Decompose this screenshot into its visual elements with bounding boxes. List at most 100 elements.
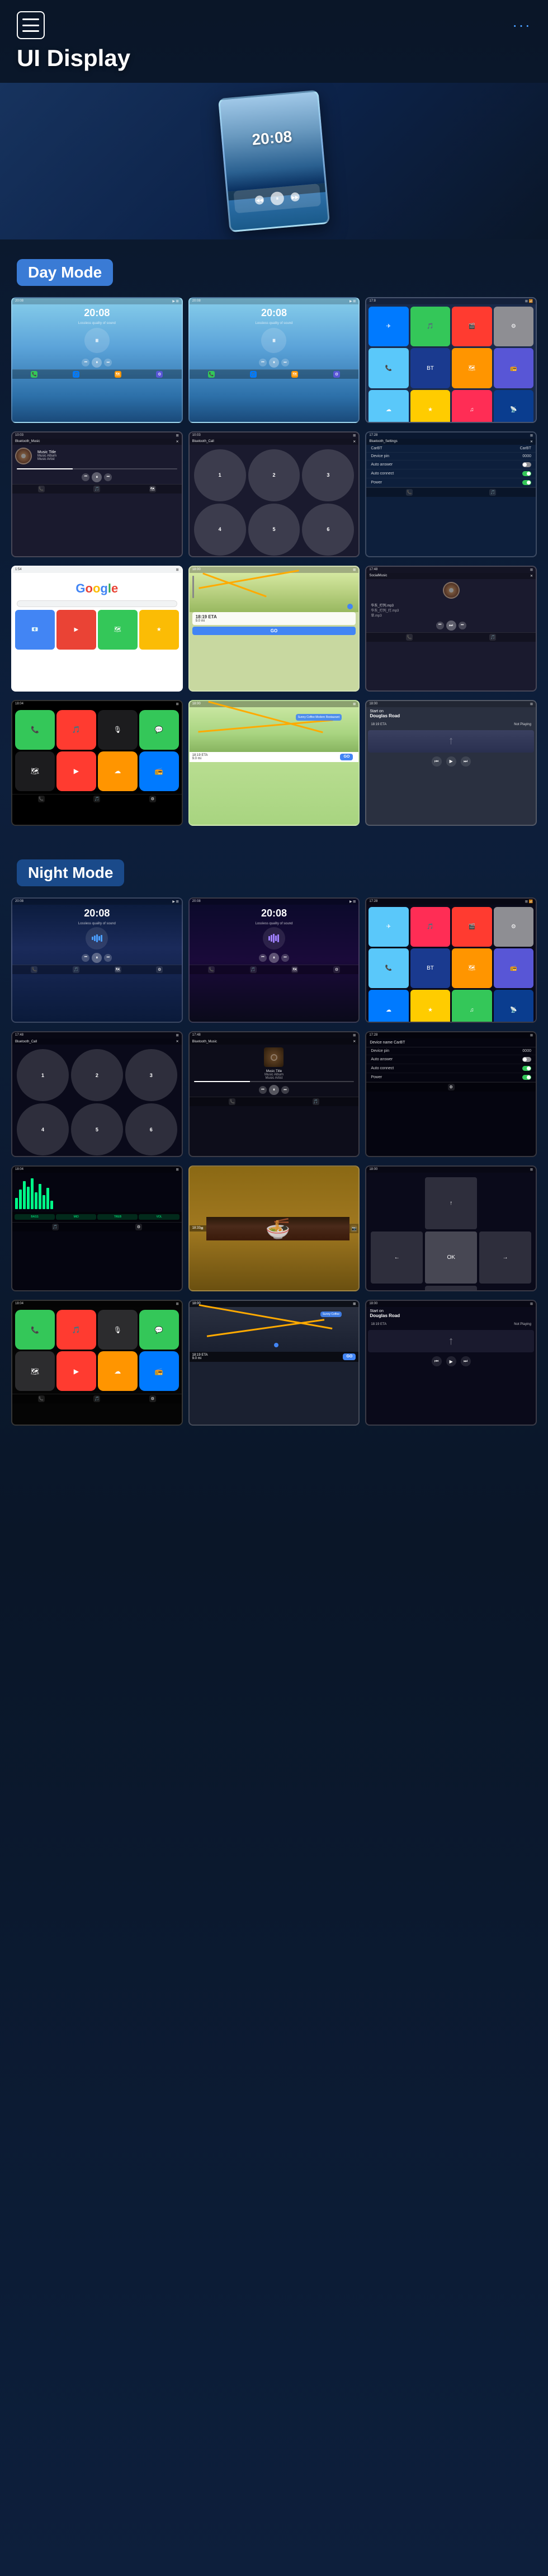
night-purple-bottom-4[interactable]: ⚙ (333, 966, 340, 973)
night-nav-next[interactable]: ⏭ (461, 1356, 471, 1366)
cp-bottom-2[interactable]: 🎵 (93, 796, 100, 802)
day-nav-map[interactable]: 18:00⊞ Sunny Coffee Modern Restaurant 18… (188, 700, 360, 826)
cp-youtube[interactable]: ▶ (56, 751, 96, 791)
night-cp-podcast[interactable]: 🎙 (98, 1310, 138, 1350)
night-app-12[interactable]: 📡 (494, 990, 533, 1023)
night-cp-bottom-1[interactable]: 📞 (38, 1395, 45, 1402)
night-music-prev[interactable]: ⏮ (259, 1086, 267, 1094)
eq-btn-1[interactable]: BASS (15, 1214, 55, 1220)
google-icon-1[interactable]: 📧 (15, 610, 55, 650)
cp-app1[interactable]: ☁ (98, 751, 138, 791)
day-carplay-screen[interactable]: 18:04⊞ 📞 🎵 🎙 💬 🗺 ▶ ☁ 📻 📞 🎵 ⚙ (11, 700, 183, 826)
night-settings-bottom[interactable]: ⚙ (448, 1084, 455, 1090)
bottom-icon-2[interactable]: 🎵 (73, 371, 79, 378)
social-next[interactable]: ⏭ (459, 622, 466, 629)
bottom-icon-3[interactable]: 🗺 (115, 371, 121, 378)
app-icon-4[interactable]: ⚙ (494, 307, 533, 346)
power-toggle[interactable] (522, 480, 531, 485)
night-music-bottom-1[interactable]: 📞 (229, 1098, 235, 1105)
day-map-screen[interactable]: 18:00⊞ 18:19 ETA 9.0 mi GO (188, 566, 360, 692)
play-icon[interactable]: ⏸ (92, 358, 102, 368)
settings-bottom-1[interactable]: 📞 (406, 489, 413, 496)
bt-play[interactable]: ⏸ (92, 472, 102, 482)
night-play-1[interactable]: ⏸ (92, 953, 102, 963)
night-purple-bottom-1[interactable]: 📞 (208, 966, 215, 973)
dial-4[interactable]: 4 (194, 504, 246, 556)
google-icon-3[interactable]: 🗺 (98, 610, 138, 650)
dial-1[interactable]: 1 (194, 449, 246, 501)
play-button[interactable]: ⏸ (270, 191, 285, 206)
night-camera-screen[interactable]: 18:33⊞ 🍜 📷 (188, 1165, 360, 1291)
app-icon-9[interactable]: ☁ (369, 390, 408, 423)
bottom-nav-3[interactable]: 🗺 (291, 371, 298, 378)
google-icon-4[interactable]: ★ (139, 610, 179, 650)
app-icon-5[interactable]: 📞 (369, 348, 408, 388)
night-bt-call[interactable]: 17:48⊞ Bluetooth_Call ✕ 1 2 3 4 5 6 7 8 … (11, 1031, 183, 1157)
nav-go-btn[interactable]: GO (340, 754, 353, 760)
bt-bottom-3[interactable]: 🗺 (149, 486, 156, 492)
bt-next[interactable]: ⏭ (104, 473, 112, 481)
setting-power[interactable]: Power (366, 478, 536, 487)
day-screen-home1[interactable]: 20:08▶ ⊞ 20:08 Lossless quality of sound… (11, 297, 183, 423)
night-app-5[interactable]: 📞 (369, 948, 408, 988)
night-app-7[interactable]: 🗺 (452, 948, 492, 988)
settings-bottom-2[interactable]: 🎵 (489, 489, 496, 496)
cp-app2[interactable]: 📻 (139, 751, 179, 791)
night-cp-youtube[interactable]: ▶ (56, 1351, 96, 1391)
night-dial-2[interactable]: 2 (71, 1049, 123, 1101)
go-button[interactable]: GO (192, 627, 356, 635)
night-music-play[interactable]: ⏸ (269, 1085, 279, 1095)
night-dial-1[interactable]: 1 (17, 1049, 69, 1101)
night-setting-auto-answer[interactable]: Auto answer (366, 1055, 536, 1064)
next-icon[interactable]: ⏭ (104, 359, 112, 366)
bt-bottom-1[interactable]: 📞 (38, 486, 45, 492)
night-music-next[interactable]: ⏭ (281, 1086, 289, 1094)
cam-bottom-1[interactable]: 📷 (351, 1225, 357, 1232)
night-cp-bottom-3[interactable]: ⚙ (149, 1395, 156, 1402)
prev-icon-2[interactable]: ⏮ (259, 359, 267, 366)
cp-podcast[interactable]: 🎙 (98, 710, 138, 750)
prev-button[interactable]: ◀◀ (254, 195, 264, 205)
app-icon-12[interactable]: 📡 (494, 390, 533, 423)
dial-3[interactable]: 3 (302, 449, 354, 501)
night-cp-app1[interactable]: ☁ (98, 1351, 138, 1391)
night-carplay[interactable]: 18:04⊞ 📞 🎵 🎙 💬 🗺 ▶ ☁ 📻 📞 🎵 ⚙ (11, 1300, 183, 1426)
night-eq-screen[interactable]: 18:04⊞ BASS MID TREB (11, 1165, 183, 1291)
night-app-3[interactable]: 🎬 (452, 907, 492, 947)
night-cp-bottom-2[interactable]: 🎵 (93, 1395, 100, 1402)
social-prev[interactable]: ⏮ (436, 622, 444, 629)
night-app-11[interactable]: ♫ (452, 990, 492, 1023)
nav-down[interactable]: ↓ (425, 1286, 477, 1291)
day-screen-home2[interactable]: 20:08▶ ⊞ 20:08 Lossless quality of sound… (188, 297, 360, 423)
night-bottom-3[interactable]: 🗺 (115, 966, 121, 973)
bottom-icon-4[interactable]: ⚙ (156, 371, 163, 378)
app-icon-10[interactable]: ★ (410, 390, 450, 423)
day-bluetooth-music[interactable]: 10:03⊞ Bluetooth_Music ✕ Music Title Mus… (11, 431, 183, 557)
nav-play-btn[interactable]: ▶ (446, 756, 456, 767)
day-google-screen[interactable]: 1:54⊞ Google 📧 ▶ 🗺 ★ (11, 566, 183, 692)
night-auto-connect-toggle[interactable] (522, 1066, 531, 1071)
auto-connect-toggle[interactable] (522, 471, 531, 476)
bottom-nav-4[interactable]: ⚙ (333, 371, 340, 378)
eq-btn-2[interactable]: MID (56, 1214, 96, 1220)
social-bottom-2[interactable]: 🎵 (489, 634, 496, 641)
night-power-toggle[interactable] (522, 1075, 531, 1080)
night-dial-6[interactable]: 6 (125, 1103, 177, 1155)
cp-phone[interactable]: 📞 (15, 710, 55, 750)
app-icon-7[interactable]: 🗺 (452, 348, 492, 388)
day-nav-directions[interactable]: 18:00⊞ Start on Douglas Road 18:19 ETA N… (365, 700, 537, 826)
next-icon-2[interactable]: ⏭ (281, 359, 289, 366)
night-cp-phone[interactable]: 📞 (15, 1310, 55, 1350)
eq-bottom-2[interactable]: ⚙ (135, 1224, 142, 1230)
cp-bottom-1[interactable]: 📞 (38, 796, 45, 802)
social-play[interactable]: ⏭ (446, 621, 456, 631)
night-apps-screen[interactable]: 17:28⊞ 📶 ✈ 🎵 🎬 ⚙ 📞 BT 🗺 📻 ☁ ★ ♫ 📡 📞 🎵 🗺 … (365, 897, 537, 1023)
night-app-9[interactable]: ☁ (369, 990, 408, 1023)
bt-prev[interactable]: ⏮ (82, 473, 89, 481)
night-app-10[interactable]: ★ (410, 990, 450, 1023)
play-icon-2[interactable]: ⏸ (269, 358, 279, 368)
night-cp-messages[interactable]: 💬 (139, 1310, 179, 1350)
eq-btn-4[interactable]: VOL (139, 1214, 179, 1220)
night-nav-arrows[interactable]: 18:00⊞ ↑ ← OK → ↓ MAP FM DAB BT 🗺 ⚙ (365, 1165, 537, 1291)
night-purple-bottom-3[interactable]: 🗺 (291, 966, 298, 973)
